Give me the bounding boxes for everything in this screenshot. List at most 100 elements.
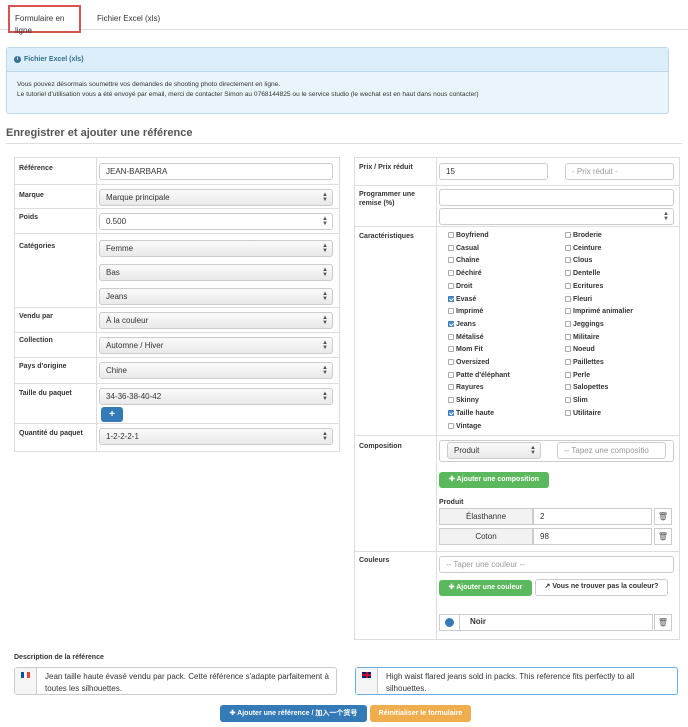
feature-checkbox[interactable]: Slim [565,396,588,405]
checkbox-icon[interactable] [565,409,571,416]
checkbox-icon[interactable] [448,295,454,302]
feature-checkbox[interactable]: Salopettes [565,383,608,392]
checkbox-icon[interactable] [565,244,571,251]
feature-checkbox[interactable]: Utilitaire [565,409,601,418]
feature-checkbox[interactable]: Patte d'éléphant [448,371,510,380]
feature-checkbox[interactable]: Jeggings [565,320,604,329]
tab-excel-file[interactable]: Fichier Excel (xls) [97,13,160,25]
marque-select[interactable]: Marque principale ▲ ▼ [99,189,333,206]
checkbox-icon[interactable] [565,257,571,264]
remise-percent-input[interactable]: ▲ ▼ [439,208,674,225]
add-size-button[interactable]: + [101,407,123,422]
taille-select[interactable]: 34-36-38-40-42 ▲ ▼ [99,388,333,405]
checkbox-icon[interactable] [565,346,571,353]
composition-type-select[interactable]: Produit ▲ ▼ [447,442,541,459]
feature-checkbox[interactable]: Déchiré [448,269,482,278]
tab-online-form[interactable]: Formulaire en ligne [8,5,81,35]
checkbox-icon[interactable] [448,397,454,404]
remise-date-input[interactable] [439,189,674,206]
feature-checkbox[interactable]: Skinny [448,396,479,405]
category-select-3[interactable]: Jeans ▲ ▼ [99,288,333,305]
checkbox-icon[interactable] [448,333,454,340]
feature-checkbox[interactable]: Jeans [448,320,476,329]
feature-checkbox[interactable]: Militaire [565,333,599,342]
trash-icon[interactable]: 🗑 [654,528,672,545]
feature-checkbox[interactable]: Ecritures [565,282,603,291]
feature-checkbox[interactable]: Dentelle [565,269,600,278]
collection-select[interactable]: Automne / Hiver ▲ ▼ [99,337,333,354]
feature-checkbox[interactable]: Imprimé animalier [565,307,633,316]
feature-checkbox[interactable]: Chaîne [448,256,479,265]
feature-checkbox[interactable]: Taille haute [448,409,494,418]
checkbox-icon[interactable] [565,384,571,391]
checkbox-icon[interactable] [448,282,454,289]
checkbox-icon[interactable] [565,232,571,238]
feature-checkbox[interactable]: Fleuri [565,295,592,304]
category-select-2[interactable]: Bas ▲ ▼ [99,264,333,281]
checkbox-icon[interactable] [565,270,571,277]
feature-checkbox[interactable]: Evasé [448,295,476,304]
feature-checkbox[interactable]: Broderie [565,231,602,240]
spinner-icon[interactable]: ▲ ▼ [663,211,669,222]
checkbox-icon[interactable] [448,320,454,327]
quantite-select[interactable]: 1-2-2-2-1 ▲ ▼ [99,428,333,445]
feature-checkbox[interactable]: Ceinture [565,244,601,253]
add-reference-label: Ajouter une référence / 加入一个货号 [237,710,358,717]
feature-checkbox[interactable]: Vintage [448,422,481,431]
add-color-button[interactable]: ✚ Ajouter une couleur [439,580,532,596]
composition-item-percent[interactable]: 98 [533,528,652,545]
feature-checkbox[interactable]: Rayures [448,383,484,392]
composition-item-percent[interactable]: 2 [533,508,652,525]
add-composition-button[interactable]: ✚ Ajouter une composition [439,472,549,488]
feature-checkbox[interactable]: Paillettes [565,358,604,367]
checkbox-icon[interactable] [565,320,571,327]
checkbox-icon[interactable] [565,359,571,365]
checkbox-icon[interactable] [448,359,454,365]
feature-checkbox[interactable]: Casual [448,244,479,253]
prix-input[interactable]: 15 [439,163,548,180]
feature-checkbox[interactable]: Métalisé [448,333,484,342]
add-reference-button[interactable]: ✚ Ajouter une référence / 加入一个货号 [220,705,367,722]
feature-checkbox[interactable]: Droit [448,282,472,291]
checkbox-icon[interactable] [448,346,454,353]
checkbox-icon[interactable] [448,371,454,378]
feature-label: Taille haute [456,409,494,417]
checkbox-icon[interactable] [565,282,571,289]
checkbox-icon[interactable] [565,371,571,378]
checkbox-icon[interactable] [565,333,571,340]
feature-checkbox[interactable]: Imprimé [448,307,483,316]
checkbox-icon[interactable] [565,295,571,302]
feature-checkbox[interactable]: Oversized [448,358,489,367]
vendu-par-select[interactable]: À la couleur ▲ ▼ [99,312,333,329]
prix-reduit-input[interactable]: - Prix réduit - [565,163,674,180]
checkbox-icon[interactable] [448,270,454,277]
feature-checkbox[interactable]: Boyfriend [448,231,489,240]
feature-checkbox[interactable]: Noeud [565,345,595,354]
couleur-search-input[interactable]: -- Taper une couleur -- [439,556,674,573]
checkbox-icon[interactable] [565,397,571,404]
checkbox-icon[interactable] [448,244,454,251]
category-select-1[interactable]: Femme ▲ ▼ [99,240,333,257]
trash-icon[interactable]: 🗑 [654,508,672,525]
feature-checkbox[interactable]: Perle [565,371,590,380]
checkbox-icon[interactable] [448,257,454,264]
checkbox-icon[interactable] [448,308,454,315]
spinner-icon[interactable]: ▲ ▼ [322,216,328,227]
description-en-textarea[interactable]: High waist flared jeans sold in packs. T… [355,667,678,695]
reference-input[interactable]: JEAN-BARBARA [99,163,333,180]
checkbox-icon[interactable] [448,409,454,416]
checkbox-icon[interactable] [448,384,454,391]
description-fr-textarea[interactable]: Jean taille haute évasé vendu par pack. … [14,667,337,695]
checkbox-icon[interactable] [448,422,454,429]
color-swatch-icon[interactable] [445,618,454,627]
feature-checkbox[interactable]: Clous [565,256,592,265]
feature-checkbox[interactable]: Mom Fit [448,345,483,354]
checkbox-icon[interactable] [448,232,454,238]
trash-icon[interactable]: 🗑 [654,614,672,631]
missing-color-button[interactable]: ↗ Vous ne trouver pas la couleur? [535,579,668,596]
pays-select[interactable]: Chine ▲ ▼ [99,362,333,379]
reset-form-button[interactable]: Réinitialiser le formulaire [370,705,471,722]
composition-search-input[interactable]: -- Tapez une compositio [557,442,666,459]
poids-input[interactable]: 0.500 ▲ ▼ [99,213,333,230]
checkbox-icon[interactable] [565,308,571,315]
